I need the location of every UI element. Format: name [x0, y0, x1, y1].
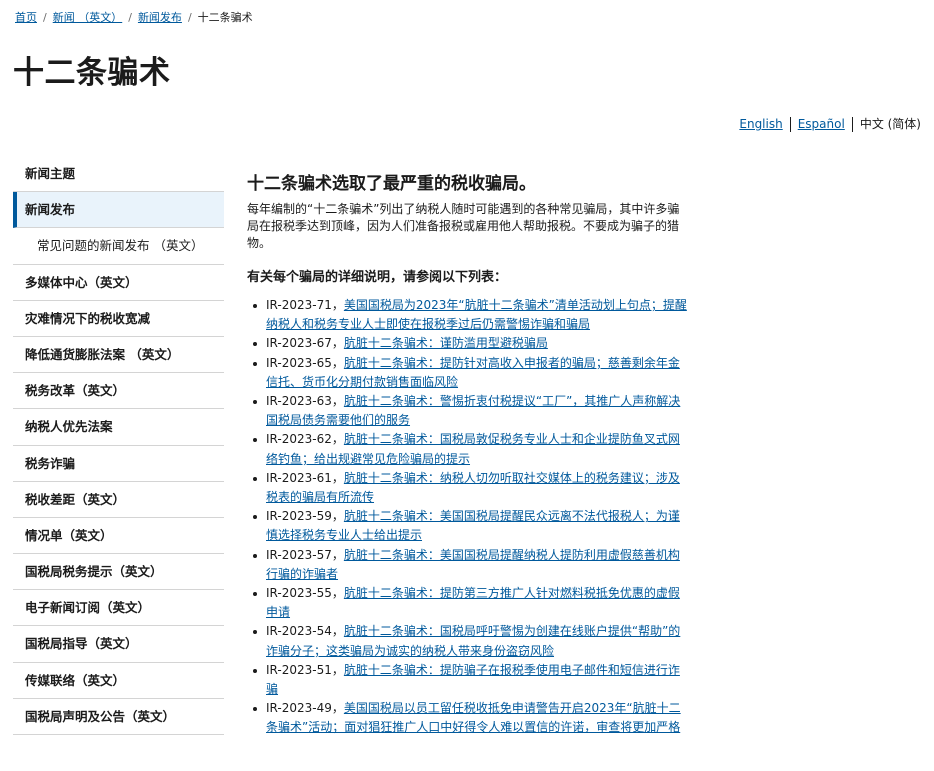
list-item: IR-2023-55，肮脏十二条骗术：提防第三方推广人针对燃料税抵免优惠的虚假申…	[247, 584, 687, 622]
list-item: IR-2023-71，美国国税局为2023年“肮脏十二条骗术”清单活动划上句点；…	[247, 296, 687, 334]
list-item: IR-2023-59，肮脏十二条骗术：美国国税局提醒民众远离不法代报税人；为谨慎…	[247, 507, 687, 545]
scam-list: IR-2023-71，美国国税局为2023年“肮脏十二条骗术”清单活动划上句点；…	[247, 296, 687, 738]
release-number: IR-2023-49，	[266, 701, 344, 716]
list-item: IR-2023-62，肮脏十二条骗术：国税局敦促税务专业人士和企业提防鱼叉式网络…	[247, 430, 687, 468]
breadcrumb-news-english[interactable]: 新闻 （英文）	[53, 11, 123, 24]
sidebar-item-tax-tips[interactable]: 国税局税务提示（英文）	[13, 554, 224, 591]
release-number: IR-2023-51，	[266, 662, 344, 677]
bullet-icon	[253, 438, 257, 443]
list-item: IR-2023-49，美国国税局以员工留任税收抵免申请警告开启2023年“肮脏十…	[247, 699, 687, 737]
release-number: IR-2023-57，	[266, 547, 344, 562]
lead-heading: 十二条骗术选取了最严重的税收骗局。	[247, 174, 536, 194]
sidebar-item-disaster-relief[interactable]: 灾难情况下的税收宽减	[13, 301, 224, 337]
language-english-link[interactable]: English	[739, 117, 782, 131]
page-title: 十二条骗术	[13, 55, 171, 91]
main-content: 十二条骗术选取了最严重的税收骗局。 每年编制的“十二条骗术”列出了纳税人随时可能…	[247, 172, 687, 738]
list-item: IR-2023-61，肮脏十二条骗术：纳税人切勿听取社交媒体上的税务建议；涉及税…	[247, 469, 687, 507]
list-item: IR-2023-57，肮脏十二条骗术：美国国税局提醒纳税人提防利用虚假慈善机构行…	[247, 546, 687, 584]
release-number: IR-2023-65，	[266, 355, 344, 370]
release-number: IR-2023-61，	[266, 470, 344, 485]
sidebar-item-fact-sheets[interactable]: 情况单（英文）	[13, 518, 224, 555]
intro-paragraph: 每年编制的“十二条骗术”列出了纳税人随时可能遇到的各种常见骗局，其中许多骗局在报…	[247, 202, 680, 250]
breadcrumb-current: 十二条骗术	[197, 11, 253, 24]
sidebar-nav: 新闻主题 新闻发布 常见问题的新闻发布 （英文） 多媒体中心（英文） 灾难情况下…	[13, 156, 224, 735]
release-link[interactable]: 肮脏十二条骗术：谨防滥用型避税骗局	[344, 336, 548, 350]
bullet-icon	[253, 668, 257, 673]
breadcrumb-separator: /	[43, 11, 47, 24]
sidebar-item-irs-statements[interactable]: 国税局声明及公告（英文）	[13, 699, 224, 735]
sidebar-item-media-contacts[interactable]: 传媒联络（英文）	[13, 663, 224, 699]
sidebar-item-irs-guidance[interactable]: 国税局指导（英文）	[13, 626, 224, 663]
release-number: IR-2023-62，	[266, 432, 344, 447]
bullet-icon	[253, 630, 257, 635]
language-chinese-current: 中文 (简体)	[851, 117, 921, 132]
breadcrumb-news-releases[interactable]: 新闻发布	[138, 11, 182, 24]
sidebar-item-tax-gap[interactable]: 税收差距（英文）	[13, 482, 224, 518]
release-number: IR-2023-54，	[266, 624, 344, 639]
bullet-icon	[253, 553, 257, 558]
release-number: IR-2023-59，	[266, 509, 344, 524]
list-item: IR-2023-67，肮脏十二条骗术：谨防滥用型避税骗局	[247, 334, 687, 353]
bullet-icon	[253, 304, 257, 308]
list-item: IR-2023-54，肮脏十二条骗术：国税局呼吁警惕为创建在线账户提供“帮助”的…	[247, 622, 687, 660]
list-item: IR-2023-65，肮脏十二条骗术：提防针对高收入申报者的骗局；慈善剩余年金信…	[247, 354, 687, 392]
bullet-icon	[253, 476, 257, 481]
bullet-icon	[253, 592, 257, 597]
sidebar-item-multimedia-center[interactable]: 多媒体中心（英文）	[13, 265, 224, 301]
release-number: IR-2023-71，	[266, 298, 344, 312]
bullet-icon	[253, 400, 257, 405]
sidebar-item-e-news-subscriptions[interactable]: 电子新闻订阅（英文）	[13, 590, 224, 627]
bullet-icon	[253, 515, 257, 520]
breadcrumb-home[interactable]: 首页	[15, 11, 37, 24]
bullet-icon	[253, 361, 257, 366]
breadcrumb: 首页 / 新闻 （英文） / 新闻发布 / 十二条骗术	[15, 9, 253, 25]
breadcrumb-separator: /	[187, 11, 192, 24]
bullet-icon	[253, 342, 257, 347]
bullet-icon	[253, 707, 257, 712]
language-spanish-link[interactable]: Español	[798, 117, 845, 131]
sidebar-item-taxpayer-first-act[interactable]: 纳税人优先法案	[13, 409, 224, 446]
sidebar-item-tax-reform[interactable]: 税务改革（英文）	[13, 373, 224, 410]
list-item: IR-2023-63，肮脏十二条骗术：警惕折衷付税提议“工厂”，其推广人声称解决…	[247, 392, 687, 430]
sidebar-item-tax-scams[interactable]: 税务诈骗	[13, 446, 224, 482]
sidebar-header: 新闻主题	[13, 156, 224, 193]
language-switcher: English Español 中文 (简体)	[739, 117, 921, 132]
list-item: IR-2023-51，肮脏十二条骗术：提防骗子在报税季使用电子邮件和短信进行诈骗	[247, 661, 687, 699]
sidebar-item-inflation-reduction-act[interactable]: 降低通货膨胀法案 （英文）	[13, 337, 224, 374]
breadcrumb-separator: /	[128, 11, 132, 24]
sidebar-item-news-releases[interactable]: 新闻发布	[13, 192, 224, 229]
release-number: IR-2023-55，	[266, 586, 344, 601]
sidebar-item-faq-news-releases[interactable]: 常见问题的新闻发布 （英文）	[13, 228, 224, 265]
release-number: IR-2023-67，	[266, 336, 344, 351]
release-number: IR-2023-63，	[266, 394, 344, 409]
list-heading: 有关每个骗局的详细说明，请参阅以下列表：	[247, 270, 508, 285]
